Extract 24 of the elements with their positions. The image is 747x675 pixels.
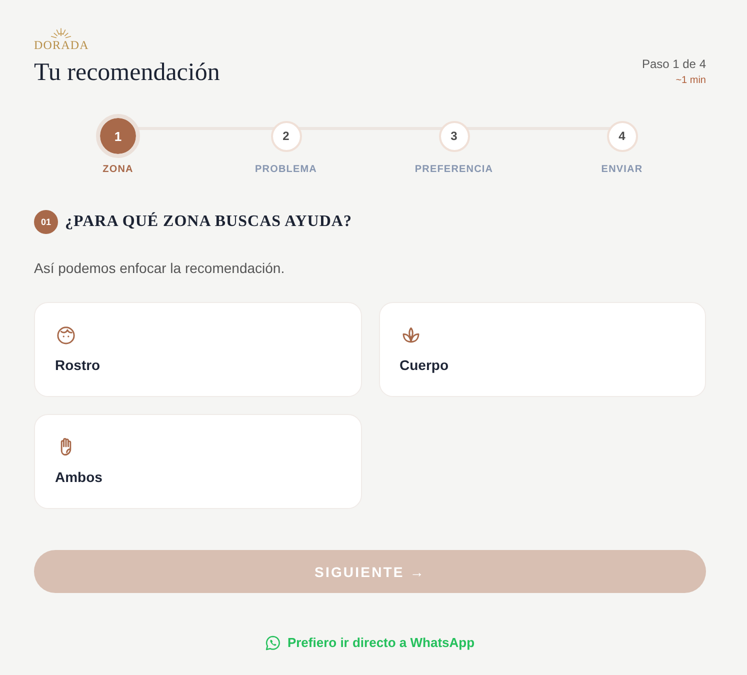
step-circle: 4 [606, 120, 638, 152]
step-label: ZONA [102, 164, 134, 176]
step-circle: 2 [270, 120, 302, 152]
question-number-badge: 01 [34, 210, 58, 234]
option-card[interactable]: Rostro [34, 302, 362, 397]
logo-text: DORADA [34, 39, 89, 51]
sun-icon [49, 28, 74, 39]
option-label: Ambos [55, 468, 102, 487]
face-icon [55, 324, 77, 346]
option-card[interactable]: Cuerpo [378, 302, 706, 397]
time-estimate: ~1 min [676, 74, 706, 88]
step-label: PREFERENCIA [414, 164, 494, 176]
step-label: PROBLEMA [254, 164, 318, 176]
option-card[interactable]: Ambos [34, 414, 362, 509]
option-label: Rostro [55, 356, 100, 375]
step-circle: 3 [438, 120, 470, 152]
question-subtitle: Así podemos enfocar la recomendación. [34, 259, 286, 278]
step-circle: 1 [96, 114, 140, 158]
step-label: ENVIAR [601, 164, 643, 176]
question-title: ¿PARA QUÉ ZONA BUSCAS AYUDA? [65, 211, 352, 232]
chat-phone-icon[interactable] [265, 635, 282, 651]
step-counter: Paso 1 de 4 [642, 56, 706, 72]
option-label: Cuerpo [400, 356, 448, 375]
page-title: Tu recomendación [34, 58, 220, 88]
